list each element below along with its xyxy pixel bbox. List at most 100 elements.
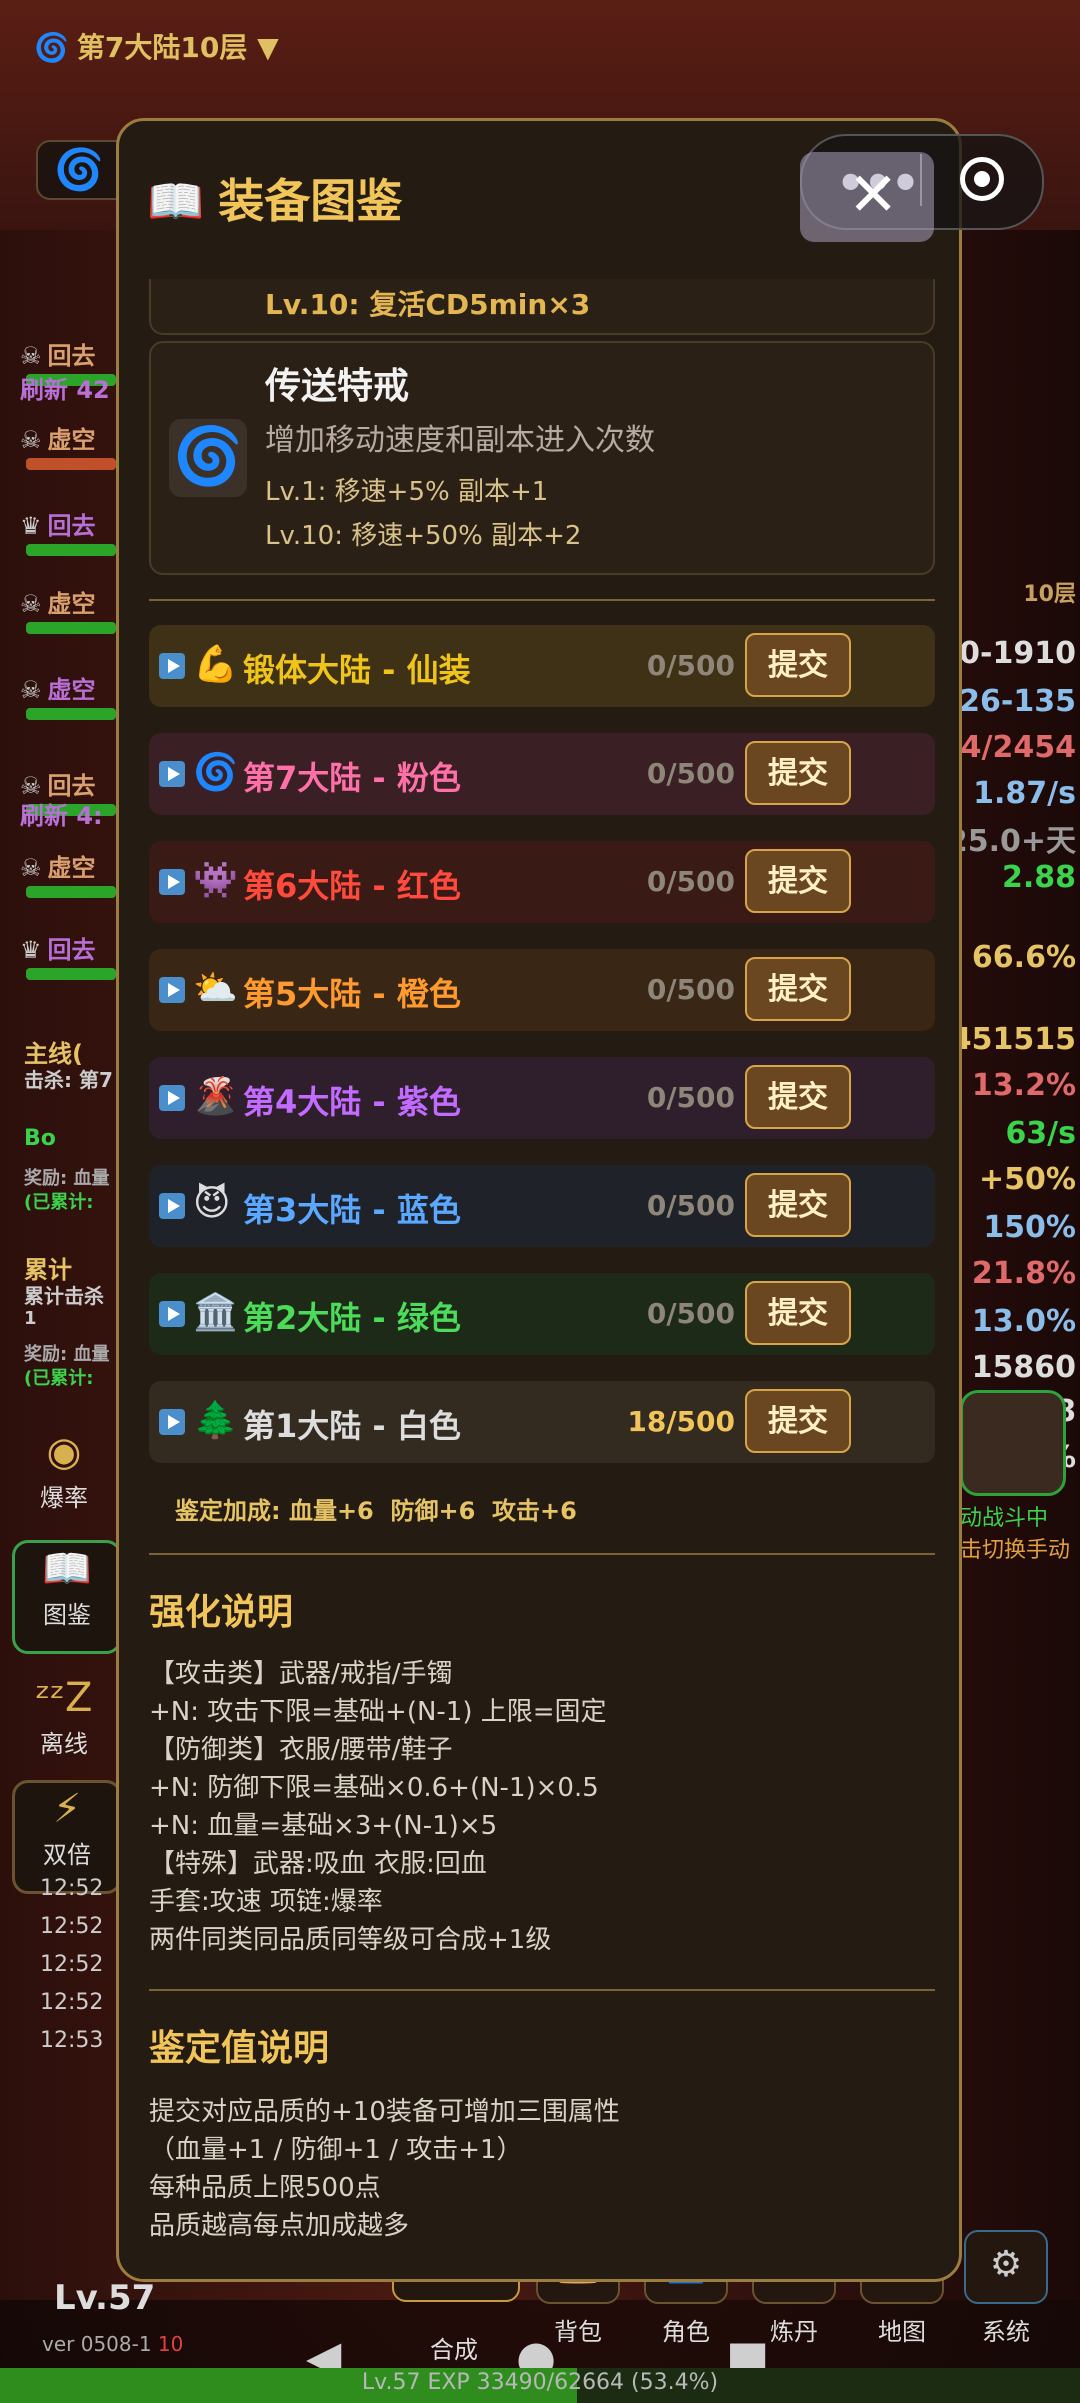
teleport-ring-lv10: Lv.10: 移速+50% 副本+2 (265, 521, 582, 551)
expand-icon[interactable] (159, 869, 185, 895)
skull-icon: ☠ (20, 854, 42, 882)
enhance-title: 强化说明 (149, 1592, 294, 1633)
quality-emblem-icon: 🌋 (193, 1076, 238, 1117)
description-line: +N: 攻击下限=基础+(N-1) 上限=固定 (149, 1697, 607, 1727)
divider (149, 1553, 935, 1555)
right-stat: +50% (979, 1162, 1076, 1197)
gear-icon: ⚙ (989, 2244, 1023, 2285)
expand-icon[interactable] (159, 977, 185, 1003)
left-status-label: 虚空 (47, 854, 96, 882)
quality-name: 第6大陆 - 红色 (243, 867, 461, 905)
auto-battle-label: 动战斗中 击切换手动 (960, 1506, 1071, 1563)
description-line: 【攻击类】武器/戒指/手镯 (149, 1659, 453, 1689)
floor-label: 第7大陆10层 (76, 31, 248, 64)
description-line: （血量+1 / 防御+1 / 攻击+1） (149, 2135, 523, 2165)
left-button-label: 离线 (40, 1730, 88, 1758)
quality-row: 😈 第3大陆 - 蓝色 0/500 提交 (149, 1165, 935, 1247)
right-stat: 21.8% (971, 1256, 1076, 1291)
submit-button[interactable]: 提交 (745, 633, 851, 697)
left-status-label: 回去 (47, 512, 96, 540)
left-status-label: 虚空 (47, 426, 96, 454)
hud-text: (已累计: (24, 1368, 94, 1389)
right-stat: 13.2% (971, 1068, 1076, 1103)
nav-gear-button[interactable]: ⚙ (964, 2230, 1048, 2304)
quality-name: 锻体大陆 - 仙装 (243, 651, 471, 689)
expand-icon[interactable] (159, 1085, 185, 1111)
quality-row: 🌲 第1大陆 - 白色 18/500 提交 (149, 1381, 935, 1463)
expand-icon[interactable] (159, 1409, 185, 1435)
left-status-label: 回去 (47, 342, 96, 370)
chevron-down-icon: ▼ (257, 31, 279, 64)
quality-row: 🌀 第7大陆 - 粉色 0/500 提交 (149, 733, 935, 815)
lightning-icon: ⚡ (52, 1786, 82, 1832)
expand-icon[interactable] (159, 653, 185, 679)
right-stat: 451515 (950, 1022, 1076, 1057)
description-line: 品质越高每点加成越多 (149, 2211, 410, 2241)
exp-text: Lv.57 EXP 33490/62664 (53.4%) (361, 2370, 719, 2395)
hud-text: 奖励: 血量 (24, 1168, 110, 1189)
skull-icon: ☠ (20, 676, 42, 704)
left-status-label: 回去 (47, 936, 96, 964)
submit-button[interactable]: 提交 (745, 1173, 851, 1237)
quality-emblem-icon: ⛅ (193, 968, 238, 1009)
submit-button[interactable]: 提交 (745, 957, 851, 1021)
left-status-row: 刷新 42 (20, 370, 110, 405)
left-button-1[interactable]: ◉ 爆率 (12, 1426, 116, 1516)
submit-button[interactable]: 提交 (745, 1065, 851, 1129)
enhance-description: 【攻击类】武器/戒指/手镯 +N: 攻击下限=基础+(N-1) 上限=固定 【防御类… (149, 1655, 607, 1959)
left-status-label: 刷新 4: (20, 802, 103, 830)
left-button-2[interactable]: 📖 图鉴 (12, 1540, 122, 1654)
description-line: 手套:攻速 项链:爆率 (149, 1887, 383, 1917)
submit-button[interactable]: 提交 (745, 741, 851, 805)
player-level: Lv.57 (54, 2278, 156, 2318)
nav-label: 炼丹 (770, 2318, 818, 2346)
expand-icon[interactable] (159, 1193, 185, 1219)
expand-icon[interactable] (159, 761, 185, 787)
nav-label: 系统 (982, 2318, 1030, 2346)
quality-name: 第4大陆 - 紫色 (243, 1083, 461, 1121)
left-status-row: ☠ 回去 (20, 336, 96, 371)
quality-emblem-icon: 👾 (193, 860, 238, 901)
modal-title: 📖 装备图鉴 (147, 174, 403, 228)
submit-button[interactable]: 提交 (745, 1389, 851, 1453)
exit-miniprogram-icon[interactable] (960, 157, 1004, 201)
close-icon[interactable]: ✕ (848, 160, 898, 230)
nav-label: 合成 (430, 2336, 478, 2364)
description-line: +N: 防御下限=基础×0.6+(N-1)×0.5 (149, 1773, 599, 1803)
quality-name: 第1大陆 - 白色 (243, 1407, 461, 1445)
auto-battle-button[interactable] (960, 1390, 1066, 1496)
quality-count: 0/500 (646, 1081, 735, 1114)
submit-button[interactable]: 提交 (745, 849, 851, 913)
quality-row: 👾 第6大陆 - 红色 0/500 提交 (149, 841, 935, 923)
appraise-bonus: 鉴定加成: 血量+6 防御+6 攻击+6 (175, 1497, 577, 1525)
zzz-icon: ᶻᶻZ (35, 1675, 93, 1721)
log-timestamp: 12:53 (40, 2028, 104, 2053)
description-line: +N: 血量=基础×3+(N-1)×5 (149, 1811, 498, 1841)
log-timestamp: 12:52 (40, 1952, 104, 1977)
quality-row: 🏛️ 第2大陆 - 绿色 0/500 提交 (149, 1273, 935, 1355)
quality-count: 18/500 (627, 1405, 735, 1438)
right-stat: 10层 (1023, 582, 1076, 607)
quality-name: 第2大陆 - 绿色 (243, 1299, 461, 1337)
hud-text: 击杀: 第7 (24, 1068, 113, 1092)
teleport-ring-name: 传送特戒 (265, 366, 410, 407)
left-status-row: ☠ 虚空 (20, 670, 96, 705)
nav-label: 地图 (878, 2318, 926, 2346)
description-line: 提交对应品质的+10装备可增加三围属性 (149, 2097, 620, 2127)
left-status-row: ☠ 虚空 (20, 848, 96, 883)
quality-count: 0/500 (646, 649, 735, 682)
right-stat: 150% (983, 1210, 1076, 1245)
log-timestamp: 12:52 (40, 1914, 104, 1939)
description-line: 每种品质上限500点 (149, 2173, 381, 2203)
floor-selector[interactable]: 🌀 第7大陆10层 ▼ (34, 26, 279, 66)
expand-icon[interactable] (159, 1301, 185, 1327)
left-button-3[interactable]: ᶻᶻZ 离线 (12, 1672, 116, 1762)
quality-emblem-icon: 💪 (193, 644, 238, 685)
left-button-label: 图鉴 (43, 1601, 91, 1629)
right-stat: 63/s (1005, 1116, 1076, 1151)
quality-count: 0/500 (646, 1297, 735, 1330)
submit-button[interactable]: 提交 (745, 1281, 851, 1345)
log-timestamp: 12:52 (40, 1990, 104, 2015)
version-label: ver 0508-1 10 (42, 2332, 184, 2356)
quality-count: 0/500 (646, 757, 735, 790)
